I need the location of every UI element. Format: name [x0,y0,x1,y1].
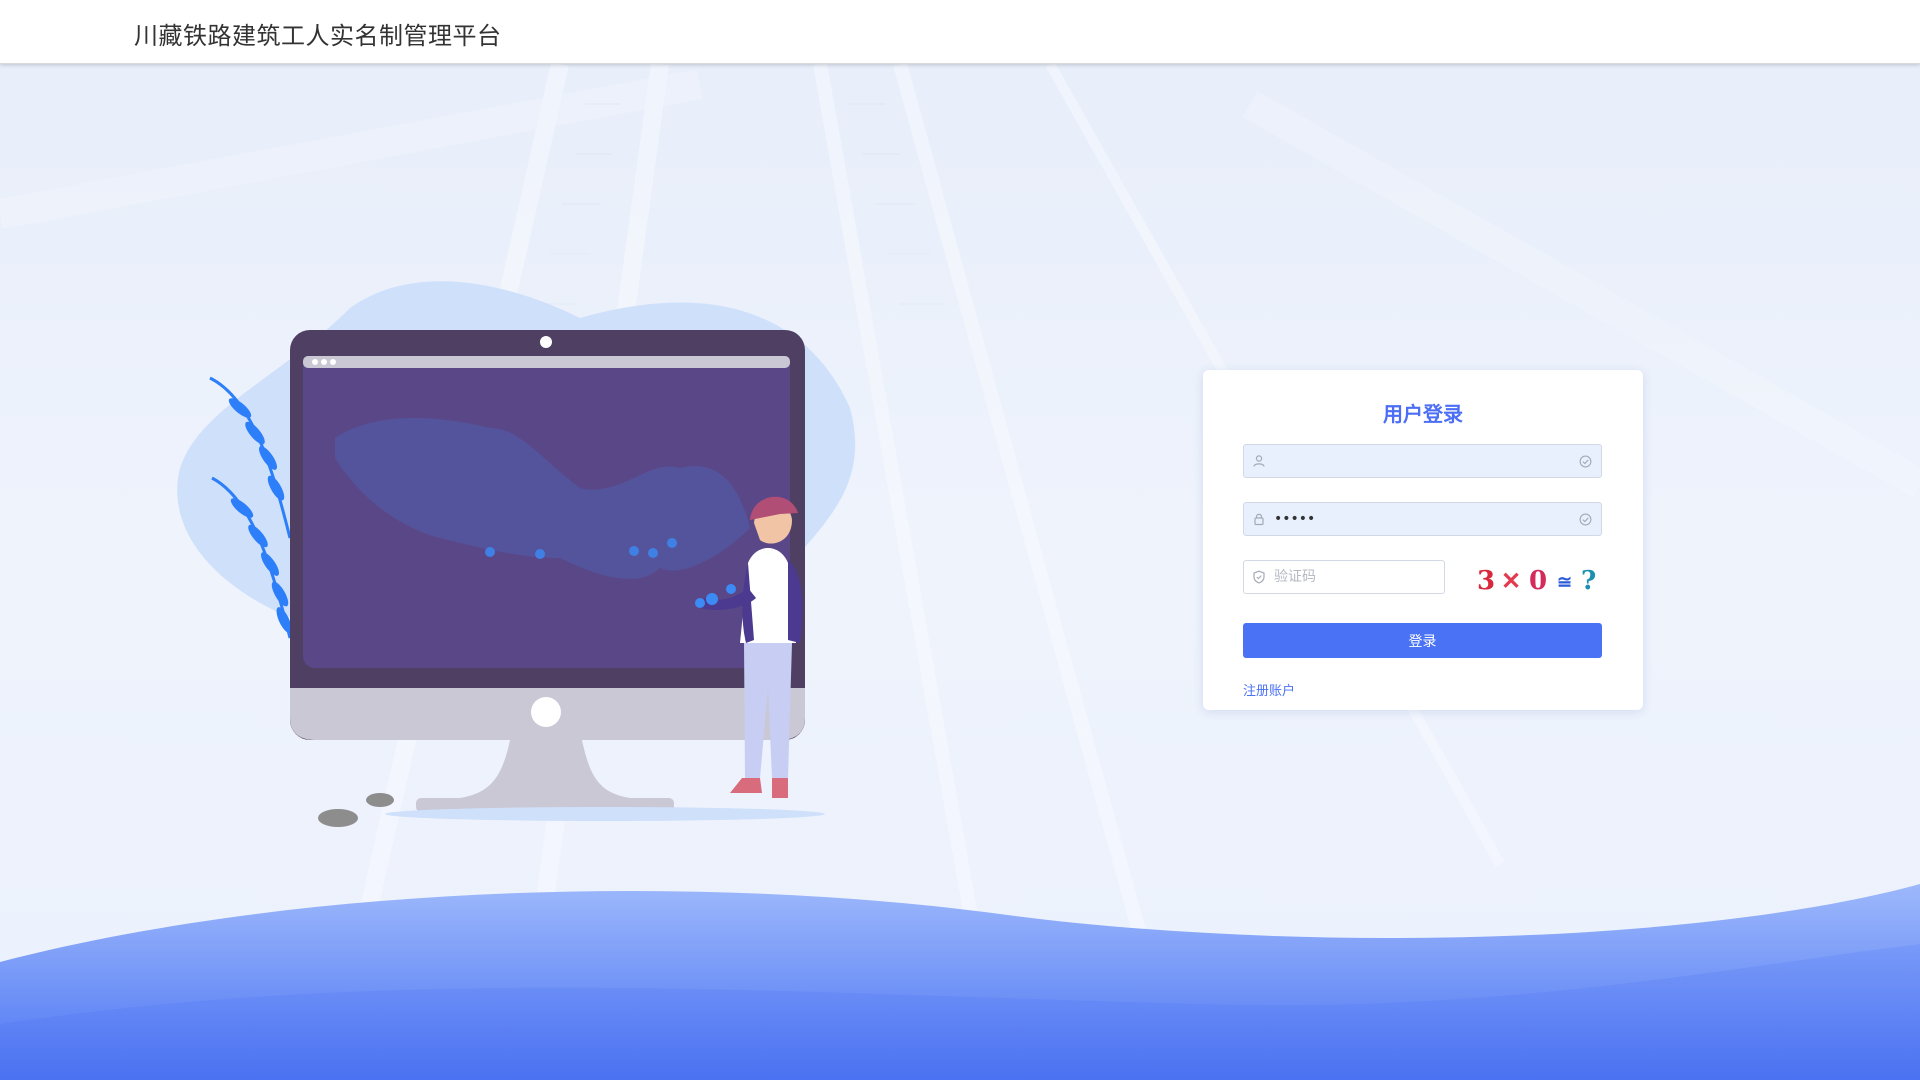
monitor-illustration [290,330,825,821]
username-field[interactable] [1243,444,1602,478]
captcha-char: ≅ [1557,572,1573,593]
captcha-char: ? [1581,566,1597,596]
captcha-image[interactable]: 3 ✕ 0 ≅ ? [1473,566,1623,598]
password-field[interactable] [1243,502,1602,536]
illustration [177,281,856,827]
register-link[interactable]: 注册账户 [1243,680,1295,699]
check-circle-icon [1579,513,1592,526]
captcha-char: 0 [1529,566,1548,596]
login-button[interactable]: 登录 [1243,623,1602,658]
rock [366,793,394,807]
check-circle-icon [1579,455,1592,468]
shield-icon [1253,570,1265,584]
username-input[interactable] [1274,445,1554,477]
login-card: 用户登录 3 ✕ 0 ≅ ? [1203,370,1643,710]
captcha-input[interactable] [1274,561,1434,593]
captcha-char: 3 [1477,566,1496,596]
user-icon [1253,455,1265,467]
app-title: 川藏铁路建筑工人实名制管理平台 [134,22,502,50]
captcha-char: ✕ [1501,566,1522,595]
login-title: 用户登录 [1383,402,1463,426]
header-bar: 川藏铁路建筑工人实名制管理平台 [0,0,1920,64]
password-input[interactable] [1274,503,1554,535]
rock [318,809,358,827]
captcha-field[interactable] [1243,560,1445,594]
lock-icon [1254,513,1264,526]
